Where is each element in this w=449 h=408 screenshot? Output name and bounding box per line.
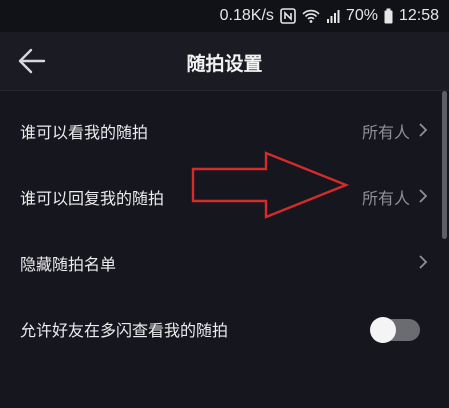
chevron-right-icon — [419, 123, 428, 137]
wifi-icon — [302, 9, 320, 23]
app-bar: 随拍设置 — [0, 32, 449, 90]
clock: 12:58 — [398, 7, 439, 24]
setting-label: 谁可以回复我的随拍 — [20, 189, 165, 208]
chevron-right-icon — [419, 255, 428, 269]
setting-hidden-list[interactable]: 隐藏随拍名单 — [0, 229, 440, 295]
annotation-arrow-icon — [191, 151, 350, 219]
scrollbar[interactable] — [442, 91, 447, 239]
signal-icon — [326, 10, 340, 23]
toggle-knob — [370, 317, 396, 343]
battery-percent: 70% — [345, 7, 378, 24]
setting-value: 所有人 — [361, 123, 410, 142]
setting-label: 允许好友在多闪查看我的随拍 — [20, 321, 229, 340]
header-divider — [0, 90, 449, 91]
page-title: 随拍设置 — [186, 53, 263, 75]
network-speed: 0.18K/s — [219, 7, 274, 24]
allow-friends-toggle[interactable] — [370, 317, 420, 343]
setting-label: 谁可以看我的随拍 — [20, 123, 149, 142]
setting-value: 所有人 — [361, 189, 410, 208]
nfc-icon — [280, 8, 296, 24]
battery-icon — [384, 8, 393, 24]
setting-allow-friends-view: 允许好友在多闪查看我的随拍 — [0, 295, 440, 361]
status-bar: 0.18K/s 70% 12:58 — [0, 0, 449, 32]
setting-label: 隐藏随拍名单 — [20, 255, 117, 274]
chevron-right-icon — [419, 189, 428, 203]
